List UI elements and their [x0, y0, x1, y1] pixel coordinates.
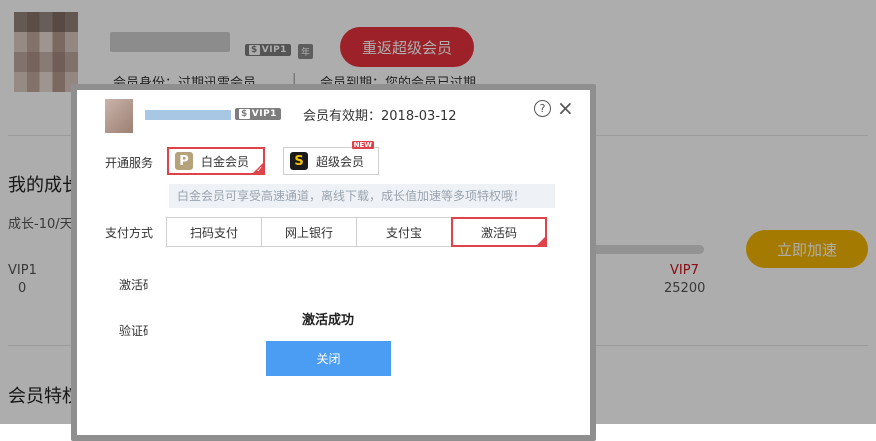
payment-tabs: 扫码支付 网上银行 支付宝 激活码	[166, 217, 547, 247]
dialog-blurred-username	[145, 110, 231, 120]
super-member-label: 超级会员	[316, 154, 365, 169]
tab-alipay[interactable]: 支付宝	[356, 217, 452, 247]
membership-expiry-date: 会员有效期：2018-03-12	[303, 109, 457, 124]
selected-corner-icon	[537, 237, 545, 245]
platinum-icon: P	[175, 152, 193, 170]
super-member-option[interactable]: S 超级会员 NEW	[283, 141, 379, 175]
platinum-member-option[interactable]: P 白金会员 ✓	[167, 147, 265, 175]
service-hint: 白金会员可享受高速通道，离线下载，成长值加速等多项特权哦！	[169, 184, 555, 208]
tab-scan-pay[interactable]: 扫码支付	[166, 217, 262, 247]
close-button[interactable]: 关闭	[266, 341, 391, 376]
close-icon[interactable]: ×	[557, 98, 574, 118]
activation-success-popup: 激活成功 关闭	[148, 261, 508, 416]
tab-activation-code-label: 激活码	[480, 225, 517, 240]
super-member-icon: S	[290, 152, 308, 170]
help-icon[interactable]: ?	[534, 100, 551, 117]
tab-online-bank[interactable]: 网上银行	[261, 217, 357, 247]
service-label: 开通服务	[105, 156, 154, 170]
platinum-label: 白金会员	[201, 154, 250, 169]
checkmark-icon: ✓	[256, 165, 263, 174]
payment-label: 支付方式	[105, 226, 154, 240]
tab-activation-code[interactable]: 激活码	[451, 217, 547, 247]
popup-title: 激活成功	[301, 313, 354, 328]
dialog-avatar	[105, 99, 133, 133]
dialog-vip-badge: $ VIP1	[235, 108, 281, 120]
new-badge: NEW	[351, 141, 374, 149]
